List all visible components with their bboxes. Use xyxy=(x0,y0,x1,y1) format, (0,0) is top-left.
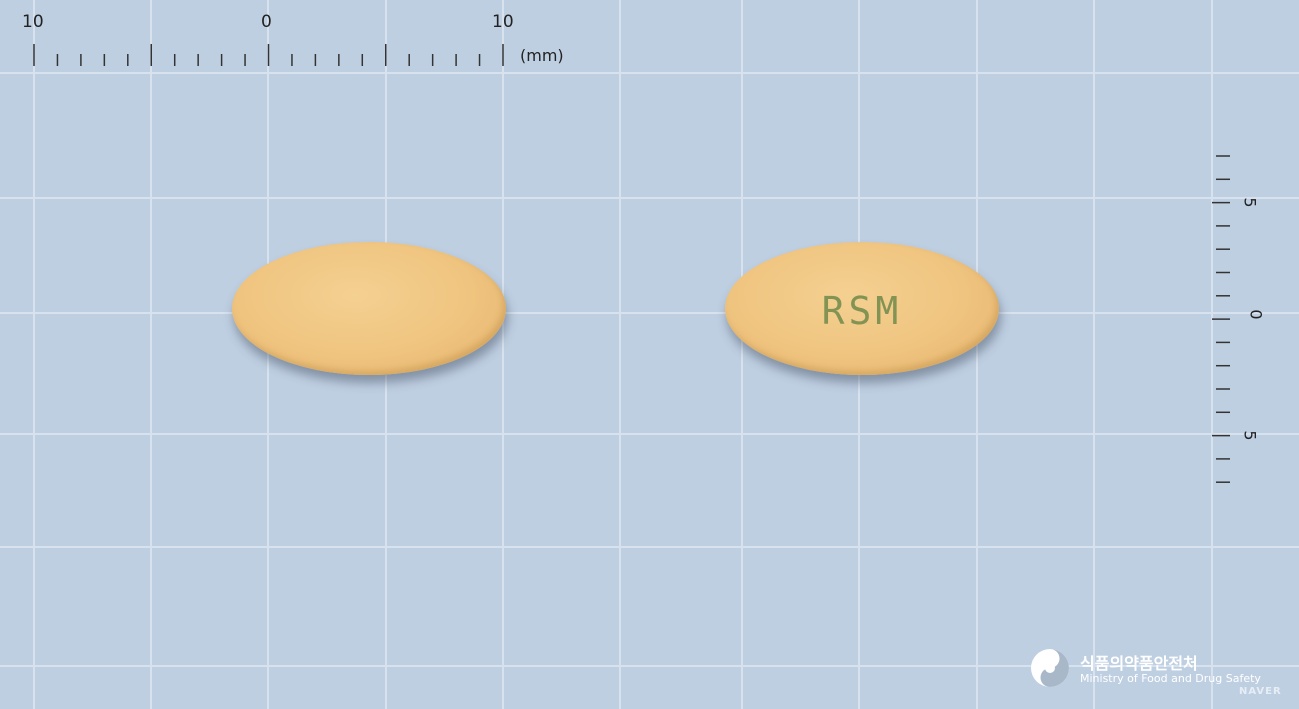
ruler-top-label-right: 10 xyxy=(492,12,514,32)
pill-front-side xyxy=(232,242,506,375)
ministry-logo-icon xyxy=(1031,649,1069,687)
pill-imprint: RSM xyxy=(821,288,903,333)
top-ruler xyxy=(33,44,504,66)
ruler-right-label-center: 0 xyxy=(1246,309,1266,320)
ruler-top-label-center: 0 xyxy=(261,12,272,32)
ruler-right-label-lower: 5 xyxy=(1240,430,1260,441)
ruler-right-label-upper: 5 xyxy=(1240,197,1260,208)
pill-back-side: RSM xyxy=(725,242,999,375)
org-name-korean: 식품의약품안전처 xyxy=(1080,654,1198,673)
background-grid xyxy=(0,0,1299,709)
grid-and-rulers xyxy=(0,0,1299,709)
ruler-top-label-left: 10 xyxy=(22,12,44,32)
ruler-unit-label: (mm) xyxy=(520,46,564,65)
org-name-english: Ministry of Food and Drug Safety xyxy=(1080,672,1261,685)
naver-watermark: NAVER xyxy=(1239,686,1282,697)
pill-photo: 10 0 10 (mm) 5 0 5 RSM 식품의약품안전처 Ministry… xyxy=(0,0,1299,709)
